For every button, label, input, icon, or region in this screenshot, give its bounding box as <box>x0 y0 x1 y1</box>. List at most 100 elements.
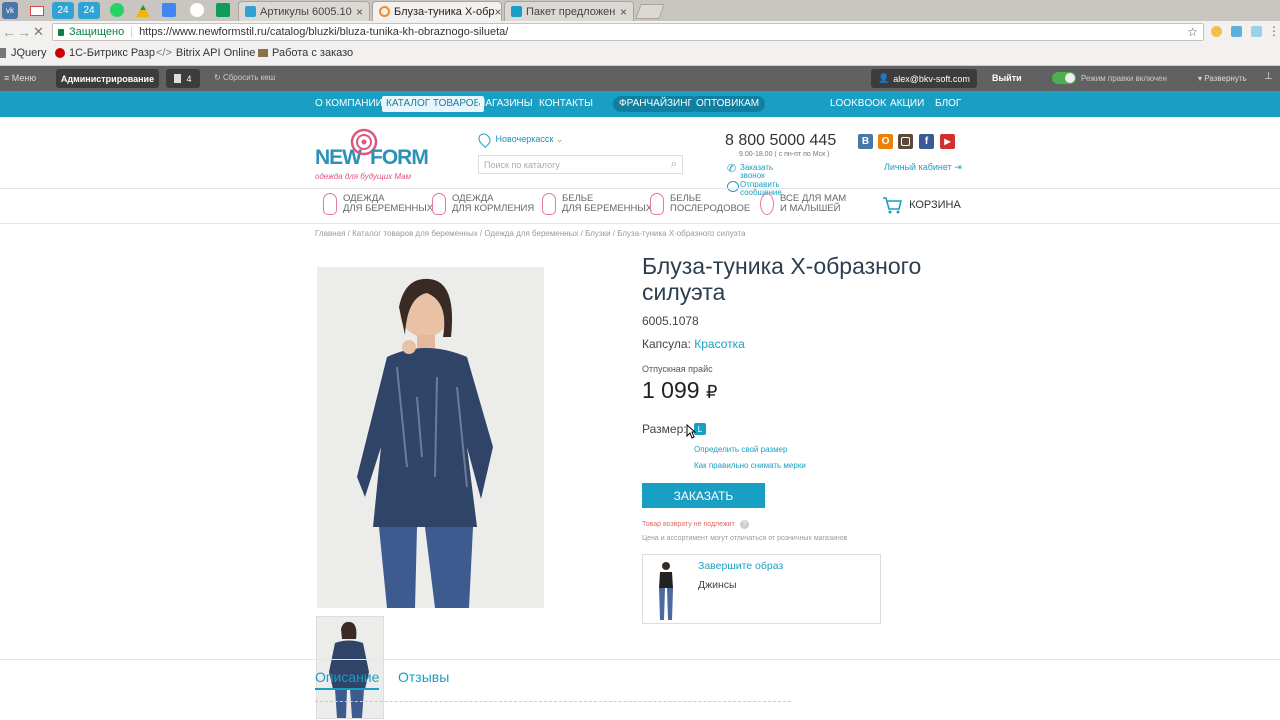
pinned-tab-google[interactable] <box>190 3 204 17</box>
size-label: Размер: <box>642 422 687 436</box>
stop-loading-icon[interactable]: ✕ <box>33 24 44 40</box>
price-disclaimer: Цена и ассортимент могут отличаться от р… <box>642 535 848 542</box>
order-button[interactable]: ЗАКАЗАТЬ <box>642 483 765 508</box>
nav-catalog[interactable]: КАТАЛОГ ТОВАРОВ <box>382 96 485 112</box>
no-return-note: Товар возврату не подлежит ? <box>642 520 749 529</box>
city-selector[interactable]: Новочеркасск ⌄ <box>476 131 563 148</box>
tab-label: Артикулы 6005.10 <box>260 5 352 18</box>
complete-look-card[interactable]: Завершите образ Джинсы <box>642 554 881 624</box>
breadcrumb-current: Блуза-туника Х-образного силуэта <box>617 229 746 238</box>
site-logo[interactable]: NEW FORM одежда для будущих Мам <box>315 128 429 184</box>
category-postpartum-lingerie[interactable]: БЕЛЬЕ ПОСЛЕРОДОВОЕ <box>650 193 750 215</box>
browser-tab-product[interactable]: Блуза-туника Х-обр × <box>372 1 502 21</box>
notifications-button[interactable]: 4 <box>166 69 200 88</box>
extension-icon[interactable] <box>1211 26 1222 37</box>
pinned-tab-whatsapp[interactable] <box>110 3 124 17</box>
instagram-icon[interactable] <box>898 134 913 149</box>
url-text[interactable]: https://www.newformstil.ru/catalog/bluzk… <box>139 26 508 38</box>
youtube-icon[interactable]: ▶ <box>940 134 955 149</box>
tab-description[interactable]: Описание <box>315 669 380 690</box>
nav-blog[interactable]: БЛОГ <box>931 96 965 112</box>
pin-icon[interactable]: ⊥ <box>1264 71 1273 82</box>
tab-reviews[interactable]: Отзывы <box>398 669 449 685</box>
cart-icon <box>883 197 903 214</box>
back-icon[interactable]: ← <box>2 24 16 40</box>
vk-icon[interactable]: В <box>858 134 873 149</box>
complete-look-item[interactable]: Джинсы <box>698 579 737 591</box>
close-icon[interactable]: × <box>620 5 627 19</box>
extension-icon[interactable] <box>1251 26 1262 37</box>
admin-user-button[interactable]: 👤 alex@bkv-soft.com <box>871 69 977 88</box>
product-title: Блуза-туника Х-образного силуэта <box>642 253 922 305</box>
admin-panel-button[interactable]: Администрирование <box>56 69 159 88</box>
phone-icon: ✆ <box>727 163 737 175</box>
ruble-sign: ₽ <box>705 382 718 402</box>
measurement-guide-link[interactable]: Как правильно снимать мерки <box>694 461 806 470</box>
expand-button[interactable]: ▾ Развернуть <box>1198 74 1247 83</box>
nav-contacts[interactable]: КОНТАКТЫ <box>535 96 597 112</box>
product-thumbnail[interactable] <box>316 616 384 719</box>
capsule-link[interactable]: Красотка <box>694 337 745 351</box>
working-hours: 9.00-18.00 ( с пн-пт по Мск ) <box>739 151 830 158</box>
location-pin-icon <box>476 131 493 148</box>
bookmark-bitrix-api[interactable]: </> Bitrix API Online <box>156 47 255 59</box>
category-maternity-lingerie[interactable]: БЕЛЬЕ ДЛЯ БЕРЕМЕННЫХ <box>542 193 652 215</box>
pinned-tab-bitrix-1[interactable]: 24 <box>52 2 74 19</box>
browser-tab-offer[interactable]: Пакет предложен × <box>504 1 634 21</box>
nav-lookbook[interactable]: LOOKBOOK <box>826 96 891 112</box>
category-nursing-clothing[interactable]: ОДЕЖДА ДЛЯ КОРМЛЕНИЯ <box>432 193 534 215</box>
callback-link[interactable]: ✆ Заказать звонок <box>727 164 773 180</box>
search-input[interactable]: Поиск по каталогу ⌕ <box>478 155 683 174</box>
browser-menu-icon[interactable]: ⋮ <box>1268 24 1280 38</box>
bookmark-orders[interactable]: Работа с заказо <box>258 47 353 59</box>
divider <box>0 659 1280 660</box>
search-icon[interactable]: ⌕ <box>671 158 677 171</box>
odnoklassniki-icon[interactable]: О <box>878 134 893 149</box>
site-favicon-icon <box>511 6 522 17</box>
pinned-tab-sheets[interactable] <box>216 3 230 17</box>
category-mom-baby[interactable]: ВСЕ ДЛЯ МАМ И МАЛЫШЕЙ <box>760 193 846 215</box>
close-icon[interactable]: × <box>356 5 363 19</box>
admin-menu-button[interactable]: ≡ Меню <box>4 73 36 83</box>
breadcrumb-catalog[interactable]: Каталог товаров для беременных <box>352 229 478 238</box>
nav-about[interactable]: О КОМПАНИИ <box>311 96 387 112</box>
bookmark-jquery[interactable]: JQuery <box>0 47 46 59</box>
nav-stores[interactable]: МАГАЗИНЫ <box>473 96 537 112</box>
product-main-image[interactable] <box>317 267 544 608</box>
cart-link[interactable]: КОРЗИНА <box>882 197 961 214</box>
breadcrumb-clothing[interactable]: Одежда для беременных <box>484 229 578 238</box>
logout-link[interactable]: Выйти <box>992 73 1022 83</box>
pinned-tab-gmail[interactable] <box>28 2 46 19</box>
nav-wholesale[interactable]: ОПТОВИКАМ <box>690 96 766 112</box>
bookmark-bitrix[interactable]: 1С-Битрикс Разр <box>55 47 155 59</box>
extension-icon[interactable] <box>1231 26 1242 37</box>
product-article: 6005.1078 <box>642 314 699 328</box>
nav-promo[interactable]: АКЦИИ <box>886 96 928 112</box>
price-label: Отпускная прайс <box>642 364 713 374</box>
account-link[interactable]: Личный кабинет ⇥ <box>884 162 962 173</box>
size-finder-link[interactable]: Определить свой размер <box>694 445 788 454</box>
complete-look-title[interactable]: Завершите образ <box>698 560 783 572</box>
clear-cache-button[interactable]: ↻ Сбросить кеш <box>214 73 275 82</box>
browser-tab-articles[interactable]: Артикулы 6005.10 × <box>238 1 370 21</box>
nav-franchise[interactable]: ФРАНЧАЙЗИНГ <box>613 96 699 112</box>
breadcrumb-blouses[interactable]: Блузки <box>585 229 610 238</box>
pinned-tab-vk[interactable]: vk <box>2 2 18 19</box>
lock-icon <box>58 28 64 36</box>
pinned-tab-bitrix-2[interactable]: 24 <box>78 2 100 19</box>
pinned-tab-drive[interactable] <box>136 2 150 19</box>
lingerie-icon <box>542 193 556 215</box>
help-icon[interactable]: ? <box>739 520 749 529</box>
bookmark-star-icon[interactable]: ☆ <box>1187 25 1198 39</box>
category-maternity-clothing[interactable]: ОДЕЖДА ДЛЯ БЕРЕМЕННЫХ <box>323 193 433 215</box>
pinned-tab-docs[interactable] <box>162 3 176 17</box>
phone-number[interactable]: 8 800 5000 445 <box>725 132 836 150</box>
loading-favicon-icon <box>379 6 390 17</box>
breadcrumb-home[interactable]: Главная <box>315 229 345 238</box>
facebook-icon[interactable]: f <box>919 134 934 149</box>
address-bar[interactable]: Защищено | https://www.newformstil.ru/ca… <box>52 23 1204 41</box>
edit-mode-toggle[interactable] <box>1052 72 1076 84</box>
close-icon[interactable]: × <box>494 5 501 19</box>
capsule-info: Капсула: Красотка <box>642 337 745 351</box>
forward-icon[interactable]: → <box>17 24 31 40</box>
